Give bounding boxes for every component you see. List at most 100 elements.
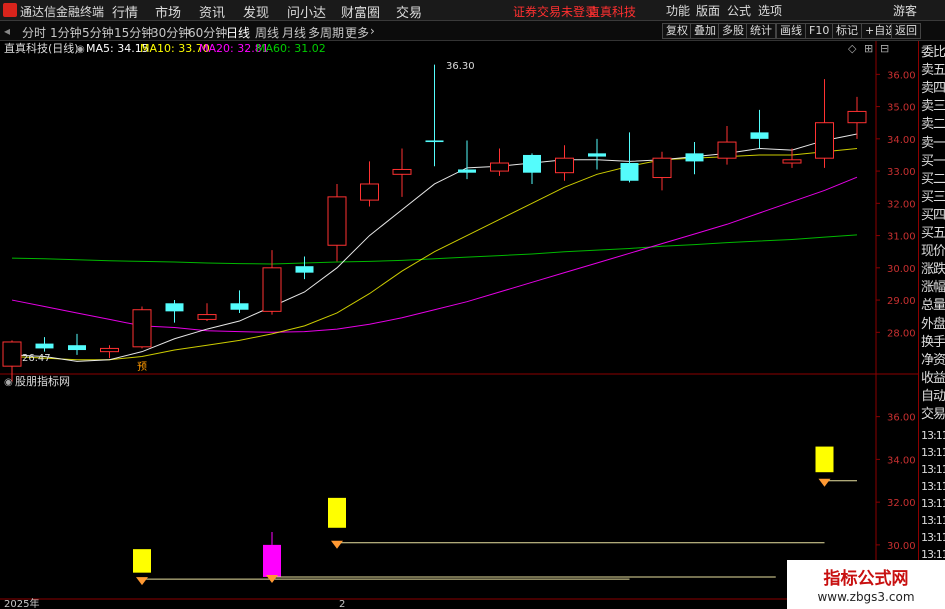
menu-faxian[interactable]: 发现 — [243, 2, 269, 21]
back-button[interactable]: 返回 — [891, 23, 921, 39]
tab-daily[interactable]: 日线 — [226, 24, 250, 41]
candle-body-down — [750, 132, 769, 139]
watermark-title: 指标公式网 — [823, 569, 909, 589]
tab-monthly[interactable]: 月线 — [282, 24, 306, 41]
watermark-url: www.zbgs3.com — [817, 590, 915, 604]
sidebar-item[interactable]: 买三 — [921, 190, 945, 205]
menu-jiaoyi[interactable]: 交易 — [396, 2, 422, 21]
y-tick-label: 31.00 — [887, 232, 916, 243]
menu-caifuquan[interactable]: 财富圈 — [341, 2, 380, 21]
tab-multi-period[interactable]: 多周期 — [308, 24, 344, 41]
menu-bar: 通达信金融终端 行情 市场 资讯 发现 问小达 财富圈 交易 证券交易未登录 直… — [0, 0, 945, 21]
menu-zixun[interactable]: 资讯 — [199, 2, 225, 21]
sidebar-time: 13:11 — [921, 446, 945, 459]
candle-body-down — [523, 154, 541, 173]
candle-body-down — [685, 153, 704, 162]
login-notice[interactable]: 证券交易未登录 — [513, 3, 597, 20]
candle-body-down — [620, 163, 639, 181]
sidebar-item[interactable]: 卖四 — [921, 82, 945, 96]
menu-wenxiaoda[interactable]: 问小达 — [287, 2, 326, 21]
sidebar-item[interactable]: 换手 — [921, 335, 945, 350]
menu-hangqing[interactable]: 行情 — [112, 2, 138, 21]
toolbar-toggle-icon[interactable]: ◂ — [4, 24, 10, 38]
chevron-right-icon[interactable]: › — [370, 24, 375, 38]
x-label-month: 2 — [339, 599, 345, 609]
sidebar-item[interactable]: 自动 — [921, 389, 945, 404]
sidebar-item[interactable]: 委比 — [921, 46, 945, 60]
candle-body-up — [100, 347, 119, 353]
candle-body-up — [847, 110, 867, 124]
tab-fenshi[interactable]: 分时 — [22, 24, 46, 41]
duogu-button[interactable]: 多股 — [718, 23, 748, 39]
sidebar-item[interactable]: 卖二 — [921, 118, 945, 132]
y-tick-label: 28.00 — [887, 328, 916, 339]
zoom-icon[interactable]: ⊞ — [864, 42, 873, 55]
expand-icon[interactable]: ⊟ — [880, 42, 889, 55]
candle-body-up — [197, 314, 217, 320]
sidebar-item[interactable]: 净资 — [921, 353, 945, 368]
candle-body-up — [717, 141, 737, 159]
sidebar-item[interactable]: 交易 — [921, 408, 945, 422]
menu-xuanxiang[interactable]: 选项 — [758, 2, 782, 19]
candle-body-up — [490, 162, 509, 172]
lower-y-tick-label: 32.00 — [887, 498, 916, 509]
biaoji-button[interactable]: 标记 — [832, 23, 862, 39]
sidebar-item[interactable]: 涨幅 — [921, 281, 945, 295]
signal-diamond-icon — [818, 478, 831, 487]
user-guest[interactable]: 游客 — [893, 2, 917, 19]
sidebar-item[interactable]: 买四 — [921, 208, 945, 223]
sidebar-time: 13:11 — [921, 497, 945, 510]
candle-body-down — [295, 266, 314, 273]
tab-weekly[interactable]: 周线 — [255, 24, 279, 41]
sidebar-item[interactable]: 外盘 — [921, 317, 945, 332]
diamond-icon[interactable]: ◇ — [848, 42, 857, 55]
menu-shichang[interactable]: 市场 — [155, 2, 181, 21]
tab-5min[interactable]: 5分钟 — [82, 24, 114, 41]
diejia-button[interactable]: 叠加 — [690, 23, 720, 39]
tab-60min[interactable]: 60分钟 — [188, 24, 227, 41]
sidebar-item[interactable]: 现价 — [921, 245, 945, 259]
menu-gongneng[interactable]: 功能 — [666, 2, 690, 19]
candle-body-down — [35, 343, 54, 349]
tab-more[interactable]: 更多 — [345, 24, 369, 41]
candle-body-up — [262, 267, 282, 312]
kline-chart[interactable]: 36.00 35.00 34.00 33.00 32.00 31.00 30.00 29.00… — [0, 41, 918, 609]
tab-30min[interactable]: 30分钟 — [151, 24, 190, 41]
sidebar-item[interactable]: 买二 — [921, 172, 945, 187]
forecast-marker: 预 — [137, 361, 147, 373]
candle-body-down — [68, 345, 86, 351]
sidebar-item[interactable]: 卖五 — [921, 64, 945, 78]
watermark: 指标公式网 www.zbgs3.com — [787, 560, 945, 609]
ma60-line — [11, 234, 858, 265]
sidebar-item[interactable]: 卖三 — [921, 100, 945, 114]
candle-body-up — [2, 341, 22, 367]
signal-box — [815, 446, 834, 473]
indicator-collapse-icon[interactable]: ◉ — [4, 377, 13, 388]
sidebar-item[interactable]: 买五 — [921, 227, 945, 241]
tongji-button[interactable]: 统计 — [746, 23, 776, 39]
y-axis-ticks: 36.00 35.00 34.00 33.00 32.00 31.00 30.00 29.00… — [876, 70, 916, 595]
sidebar-item[interactable]: 涨跌 — [921, 263, 945, 277]
y-tick-label: 34.00 — [887, 135, 916, 146]
candle-body-down — [230, 303, 249, 310]
y-tick-label: 30.00 — [887, 264, 916, 275]
candle-body-up — [555, 157, 574, 174]
menu-banmian[interactable]: 版面 — [696, 2, 720, 19]
tab-15min[interactable]: 15分钟 — [114, 24, 153, 41]
sidebar-item[interactable]: 收益 — [921, 371, 945, 386]
fuquan-button[interactable]: 复权 — [662, 23, 692, 39]
huaxian-button[interactable]: 画线 — [776, 23, 806, 39]
legend-collapse-icon[interactable]: ◉ — [76, 44, 85, 55]
sidebar-time: 13:11 — [921, 429, 945, 442]
sidebar-item[interactable]: 卖一 — [921, 136, 945, 151]
app-logo-icon — [3, 3, 17, 17]
tab-1min[interactable]: 1分钟 — [50, 24, 82, 41]
candle-body-up — [815, 122, 834, 159]
f10-button[interactable]: F10 — [805, 23, 834, 39]
y-tick-label: 32.00 — [887, 199, 916, 210]
sidebar-item[interactable]: 总量 — [921, 299, 945, 313]
menu-gongshi[interactable]: 公式 — [727, 2, 751, 19]
indicator-title: 股朋指标网 — [15, 374, 70, 388]
sidebar-item[interactable]: 买一 — [921, 154, 945, 169]
sidebar-time: 13:11 — [921, 463, 945, 476]
